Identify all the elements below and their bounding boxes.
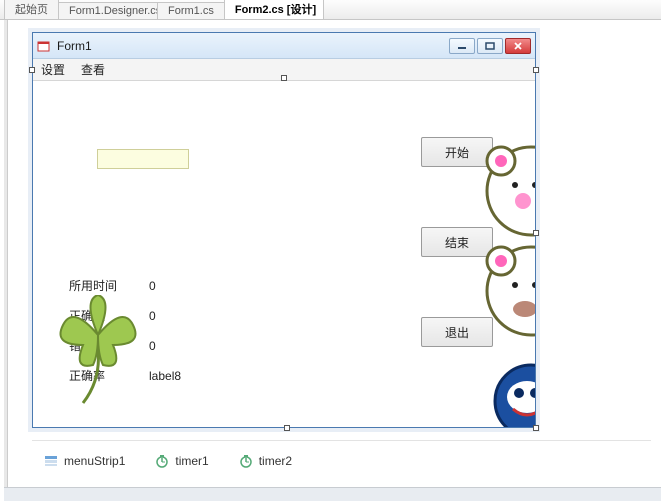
label-value: 0 — [149, 279, 156, 293]
maximize-button[interactable] — [477, 38, 503, 54]
minimize-button[interactable] — [449, 38, 475, 54]
label-value: 0 — [149, 339, 156, 353]
status-bar — [4, 487, 661, 501]
tab-start-page[interactable]: 起始页 — [4, 0, 59, 19]
component-tray: menuStrip1 timer1 timer2 — [32, 440, 651, 480]
design-surface: Form1 设置 查看 — [4, 20, 661, 501]
label-value: label8 — [149, 369, 181, 383]
selection-handle[interactable] — [284, 425, 290, 431]
vertical-ruler — [4, 20, 8, 501]
selection-handle[interactable] — [533, 425, 539, 431]
timer-icon — [239, 454, 253, 468]
menu-settings[interactable]: 设置 — [41, 61, 65, 78]
document-tab-strip: 起始页 Form1.Designer.cs Form1.cs Form2.cs … — [0, 0, 661, 20]
tray-timer1[interactable]: timer1 — [155, 454, 208, 468]
close-button[interactable] — [505, 38, 531, 54]
selection-handle[interactable] — [29, 67, 35, 73]
clover-illustration — [53, 295, 143, 405]
tray-menustrip1[interactable]: menuStrip1 — [44, 454, 125, 468]
selection-handle[interactable] — [533, 67, 539, 73]
tray-label: timer1 — [175, 454, 208, 468]
form-client-area[interactable]: 开始 结束 退出 所用时间 0 正确数 0 错误数 0 正确率 label8 — [33, 81, 535, 427]
form-icon — [37, 39, 51, 53]
tray-label: timer2 — [259, 454, 292, 468]
form-window[interactable]: Form1 设置 查看 — [32, 32, 536, 428]
label-time: 所用时间 0 — [69, 277, 156, 294]
tray-label: menuStrip1 — [64, 454, 125, 468]
tray-timer2[interactable]: timer2 — [239, 454, 292, 468]
tab-form2-cs-design[interactable]: Form2.cs [设计] — [224, 0, 324, 19]
menustrip-icon — [44, 454, 58, 468]
timer-icon — [155, 454, 169, 468]
titlebar[interactable]: Form1 — [33, 33, 535, 59]
tab-form1-cs[interactable]: Form1.cs — [157, 2, 225, 19]
menu-strip[interactable]: 设置 查看 — [33, 59, 535, 81]
window-title: Form1 — [57, 39, 449, 53]
tab-form1-designer-cs[interactable]: Form1.Designer.cs — [58, 2, 158, 19]
selection-handle[interactable] — [533, 230, 539, 236]
label-value: 0 — [149, 309, 156, 323]
menu-view[interactable]: 查看 — [81, 61, 105, 78]
background-illustration — [441, 141, 535, 427]
label-key: 所用时间 — [69, 277, 149, 294]
input-textbox[interactable] — [97, 149, 189, 169]
